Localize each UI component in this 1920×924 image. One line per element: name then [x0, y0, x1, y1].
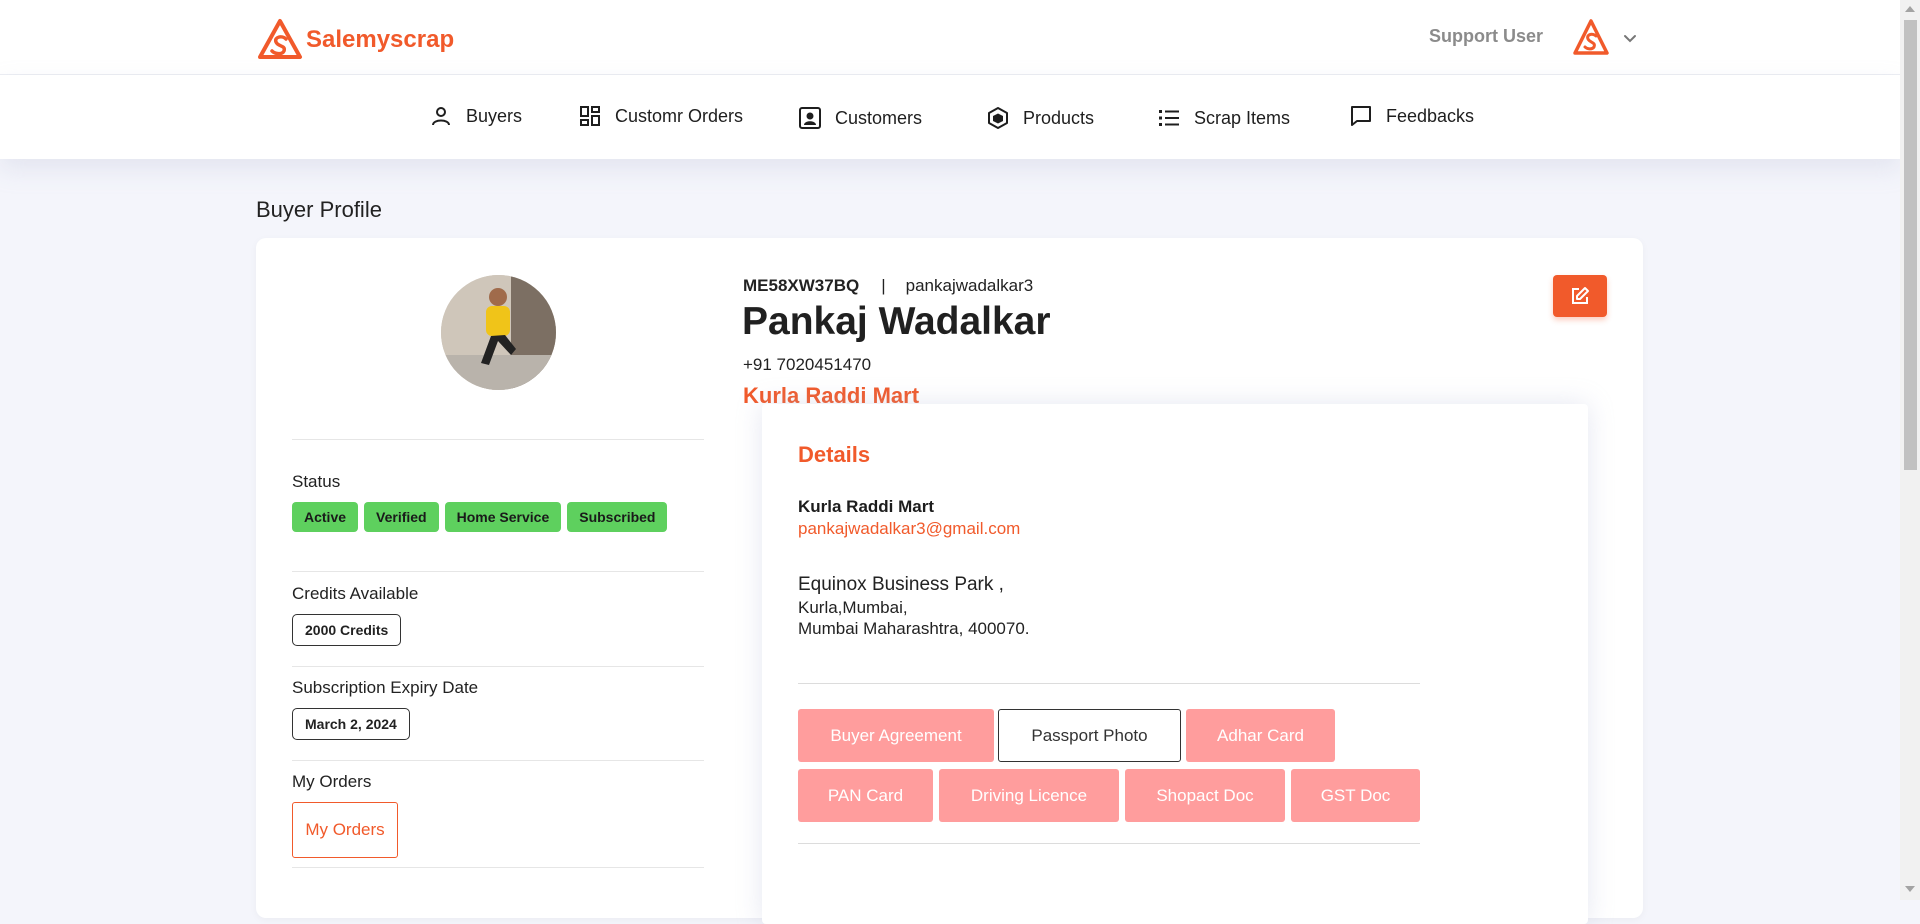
driving-licence-button[interactable]: Driving Licence — [939, 769, 1119, 822]
nav-item-customer-orders[interactable]: Customr Orders — [578, 104, 743, 128]
address-line-2: Kurla,Mumbai, — [798, 598, 908, 617]
address-line-3: Mumbai Maharashtra, 400070. — [798, 619, 1030, 638]
nav-label: Buyers — [466, 105, 523, 126]
salemyscrap-logo-icon — [258, 19, 302, 59]
divider — [292, 439, 704, 440]
page-title: Buyer Profile — [256, 197, 382, 222]
buyer-username: pankajwadalkar3 — [905, 276, 1034, 295]
edit-icon — [1572, 287, 1589, 304]
divider — [798, 683, 1420, 684]
nav-item-buyers[interactable]: Buyers — [429, 104, 522, 128]
nav-label: Scrap Items — [1194, 107, 1291, 128]
credits-value: 2000 Credits — [292, 614, 402, 646]
divider — [292, 760, 704, 761]
nav-item-customers[interactable]: Customers — [798, 106, 922, 130]
brand-name: Salemyscrap — [306, 26, 455, 53]
divider — [292, 666, 704, 667]
nav-label: Feedbacks — [1386, 105, 1475, 126]
chevron-down-icon[interactable] — [1622, 30, 1638, 46]
nav-item-scrap-items[interactable]: Scrap Items — [1157, 106, 1290, 130]
status-badges: Active Verified Home Service Subscribed — [292, 502, 668, 532]
top-header: Salemyscrap Support User — [0, 0, 1900, 75]
details-email[interactable]: pankajwadalkar3@gmail.com — [798, 519, 1020, 539]
scroll-down-icon[interactable] — [1905, 886, 1915, 892]
orders-label: My Orders — [292, 772, 372, 791]
status-label: Status — [292, 472, 341, 491]
dashboard-icon — [580, 106, 600, 126]
buyer-agreement-button[interactable]: Buyer Agreement — [798, 709, 994, 762]
page-scrollbar[interactable] — [1900, 0, 1920, 900]
profile-photo — [441, 275, 556, 390]
buyer-ids: ME58XW37BQ | pankajwadalkar3 — [743, 276, 1033, 296]
separator: | — [881, 276, 886, 295]
user-avatar-icon[interactable] — [1573, 18, 1609, 58]
divider — [292, 571, 704, 572]
buyer-phone: +91 7020451470 — [743, 355, 872, 374]
divider — [798, 843, 1420, 844]
person-photo-icon — [441, 275, 556, 390]
edit-button[interactable] — [1553, 275, 1607, 317]
contact-card-icon — [799, 107, 821, 129]
status-badge: Active — [292, 502, 359, 532]
expiry-label: Subscription Expiry Date — [292, 678, 479, 697]
nav-label: Customr Orders — [615, 105, 744, 126]
status-badge: Subscribed — [567, 502, 668, 532]
cube-icon — [988, 107, 1008, 129]
status-badge: Home Service — [444, 502, 562, 532]
my-orders-button[interactable]: My Orders — [292, 802, 398, 858]
user-icon — [432, 107, 450, 126]
pan-card-button[interactable]: PAN Card — [798, 769, 933, 822]
buyer-code: ME58XW37BQ — [743, 276, 860, 295]
divider — [292, 867, 704, 868]
list-icon — [1159, 110, 1179, 126]
scroll-up-icon[interactable] — [1905, 6, 1915, 12]
credits-label: Credits Available — [292, 584, 419, 603]
nav-label: Products — [1023, 107, 1095, 128]
nav-item-products[interactable]: Products — [986, 106, 1094, 130]
shopact-doc-button[interactable]: Shopact Doc — [1125, 769, 1285, 822]
details-shop: Kurla Raddi Mart — [798, 497, 935, 516]
details-title: Details — [798, 442, 871, 467]
details-panel — [762, 404, 1588, 924]
address-line-1: Equinox Business Park , — [798, 574, 1004, 595]
buyer-name: Pankaj Wadalkar — [742, 300, 1051, 343]
passport-photo-button[interactable]: Passport Photo — [998, 709, 1181, 762]
scrollbar-thumb[interactable] — [1904, 20, 1917, 470]
current-user-label[interactable]: Support User — [1429, 26, 1543, 47]
brand-logo[interactable]: Salemyscrap — [257, 18, 454, 60]
status-badge: Verified — [364, 502, 439, 532]
main-nav: Buyers Customr Orders Customers Products… — [0, 75, 1900, 159]
adhar-card-button[interactable]: Adhar Card — [1186, 709, 1335, 762]
expiry-value: March 2, 2024 — [292, 708, 410, 740]
chat-icon — [1351, 106, 1371, 126]
gst-doc-button[interactable]: GST Doc — [1291, 769, 1420, 822]
nav-label: Customers — [835, 107, 923, 128]
nav-item-feedbacks[interactable]: Feedbacks — [1349, 104, 1474, 128]
